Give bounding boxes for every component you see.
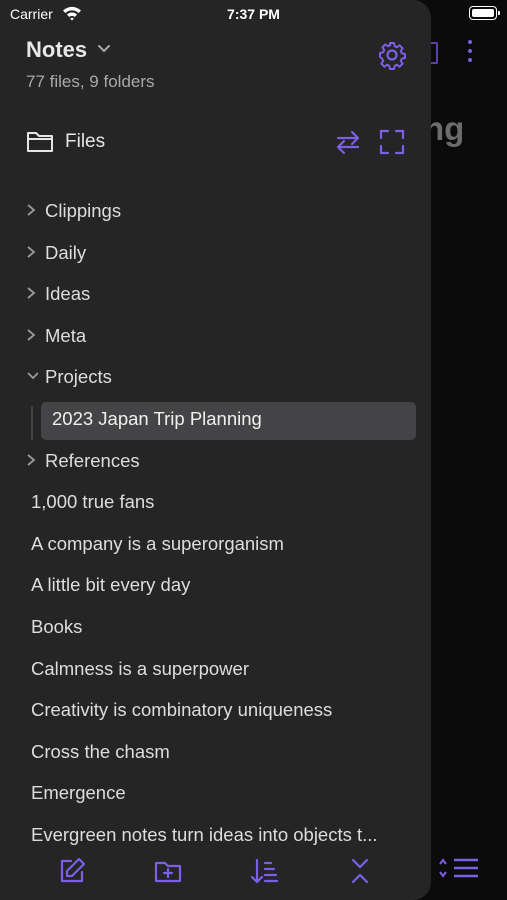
fullscreen-icon[interactable]	[378, 128, 406, 156]
folder-row-daily[interactable]: Daily	[0, 232, 431, 274]
tree-item-label: Daily	[45, 241, 87, 263]
chevron-right-icon	[27, 287, 36, 299]
tree-item-label: 2023 Japan Trip Planning	[52, 407, 262, 429]
file-row[interactable]: A company is a superorganism	[0, 523, 431, 565]
tree-item-label: Projects	[45, 366, 112, 388]
wifi-icon	[63, 6, 81, 21]
tree-item-label: Calmness is a superpower	[31, 657, 249, 679]
vault-summary: 77 files, 9 folders	[26, 72, 155, 91]
folder-row-meta[interactable]: Meta	[0, 315, 431, 357]
tree-item-label: References	[45, 449, 140, 471]
vault-name[interactable]: Notes	[26, 37, 87, 63]
file-row[interactable]: Calmness is a superpower	[0, 648, 431, 690]
sort-icon[interactable]	[249, 856, 279, 886]
tree-item-label: Cross the chasm	[31, 740, 170, 762]
status-bar-left: Carrier	[0, 0, 431, 28]
nest-guide-line	[31, 405, 33, 440]
folder-row-clippings[interactable]: Clippings	[0, 190, 431, 232]
file-row[interactable]: Creativity is combinatory uniqueness	[0, 689, 431, 731]
new-folder-icon[interactable]	[153, 856, 183, 886]
chevron-right-icon	[27, 453, 36, 466]
gear-icon[interactable]	[377, 40, 407, 70]
chevron-right-icon	[27, 329, 36, 341]
file-drawer: Carrier Notes 77 files, 9 folders Files …	[0, 0, 431, 900]
folder-row-projects[interactable]: Projects	[0, 356, 431, 398]
file-row[interactable]: A little bit every day	[0, 564, 431, 606]
outline-icon[interactable]	[436, 852, 484, 884]
tree-item-label: 1,000 true fans	[31, 491, 155, 513]
file-row-selected[interactable]: 2023 Japan Trip Planning	[0, 398, 431, 440]
file-tree: Clippings Daily Ideas Meta Projects 2023…	[0, 190, 431, 856]
collapse-all-icon[interactable]	[345, 856, 375, 886]
chevron-down-icon[interactable]	[98, 44, 110, 54]
file-row[interactable]: Emergence	[0, 772, 431, 814]
chevron-right-icon	[27, 245, 36, 258]
drawer-toolbar	[0, 846, 431, 900]
file-row[interactable]: Cross the chasm	[0, 731, 431, 773]
more-options-icon[interactable]	[463, 40, 477, 68]
tree-item-label: Meta	[45, 324, 87, 346]
carrier-label: Carrier	[10, 6, 53, 22]
tree-item-label: A company is a superorganism	[31, 532, 284, 554]
files-section-header: Files	[26, 126, 416, 158]
files-section-label: Files	[65, 131, 106, 152]
chevron-down-icon	[27, 372, 38, 380]
tree-item-label: A little bit every day	[31, 574, 191, 596]
chevron-right-icon	[27, 204, 36, 216]
battery-icon	[469, 6, 500, 20]
swap-arrows-icon[interactable]	[334, 128, 362, 156]
tree-item-label: Books	[31, 615, 83, 637]
file-row[interactable]: Books	[0, 606, 431, 648]
tree-item-label: Emergence	[31, 782, 126, 804]
new-note-icon[interactable]	[57, 856, 87, 886]
folder-row-ideas[interactable]: Ideas	[0, 273, 431, 315]
folder-icon	[27, 132, 53, 152]
folder-row-references[interactable]: References	[0, 440, 431, 482]
tree-item-label: Clippings	[45, 200, 122, 221]
tree-item-label: Ideas	[45, 283, 91, 305]
tree-item-label: Creativity is combinatory uniqueness	[31, 699, 333, 721]
file-row[interactable]: 1,000 true fans	[0, 481, 431, 523]
tree-item-label: Evergreen notes turn ideas into objects …	[31, 823, 378, 845]
